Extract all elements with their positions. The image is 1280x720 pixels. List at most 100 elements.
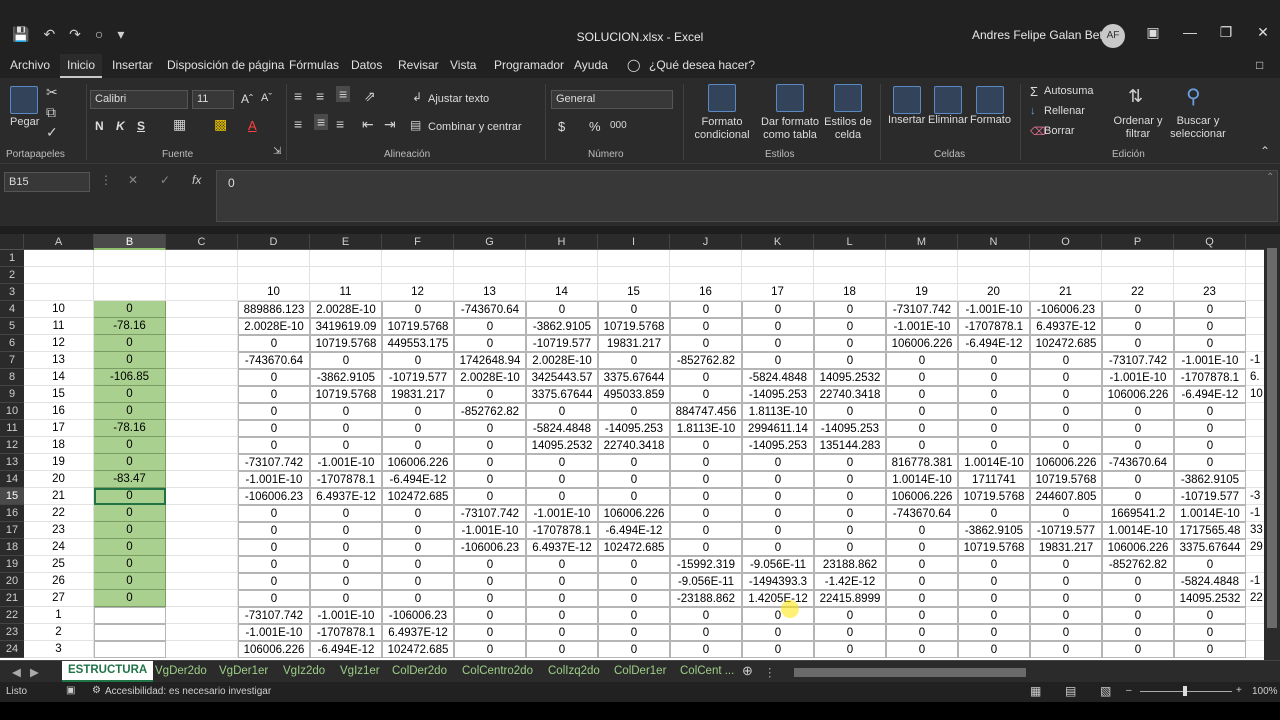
cell[interactable] — [310, 250, 382, 267]
cell[interactable]: 0 — [238, 335, 310, 352]
cell[interactable]: 0 — [598, 573, 670, 590]
cell[interactable]: 27 — [24, 590, 94, 607]
cell[interactable]: 102472.685 — [598, 539, 670, 556]
tab-vista[interactable]: Vista — [450, 58, 476, 72]
cell[interactable]: 1669541.2 — [1102, 505, 1174, 522]
cell[interactable] — [166, 318, 238, 335]
cell[interactable]: 0 — [94, 335, 166, 352]
cell[interactable]: 29 — [1246, 539, 1264, 556]
column-header[interactable]: H — [526, 234, 598, 250]
cell[interactable]: 1.4205E-12 — [742, 590, 814, 607]
cell[interactable]: 3419619.09 — [310, 318, 382, 335]
cell[interactable]: 0 — [670, 386, 742, 403]
cell[interactable]: 0 — [886, 607, 958, 624]
format-painter-icon[interactable]: ✓ — [46, 124, 58, 141]
cell[interactable]: -106006.23 — [454, 539, 526, 556]
align-middle-icon[interactable]: ≡ — [316, 88, 324, 104]
cell[interactable]: 102472.685 — [382, 641, 454, 658]
cell[interactable]: 6.4937E-12 — [382, 624, 454, 641]
cell[interactable] — [24, 267, 94, 284]
cell[interactable]: 0 — [94, 522, 166, 539]
cell[interactable] — [1246, 301, 1264, 318]
cell[interactable]: 0 — [526, 624, 598, 641]
cell[interactable]: -78.16 — [94, 420, 166, 437]
fill-button[interactable]: Rellenar — [1044, 105, 1085, 117]
cell[interactable]: -5824.4848 — [526, 420, 598, 437]
cell[interactable]: 22740.3418 — [814, 386, 886, 403]
row-header[interactable]: 9 — [0, 386, 24, 403]
cell[interactable]: 2.0028E-10 — [526, 352, 598, 369]
cell[interactable]: 106006.226 — [382, 454, 454, 471]
row-header[interactable]: 19 — [0, 556, 24, 573]
cell[interactable]: 0 — [1102, 590, 1174, 607]
cell[interactable] — [166, 573, 238, 590]
underline-button[interactable]: S — [137, 119, 145, 133]
cell[interactable]: 0 — [526, 573, 598, 590]
cell[interactable]: 0 — [886, 437, 958, 454]
cell[interactable]: 1.0014E-10 — [1174, 505, 1246, 522]
cell[interactable]: 0 — [814, 641, 886, 658]
cell[interactable] — [382, 250, 454, 267]
format-button[interactable]: Formato — [970, 114, 1011, 126]
column-header[interactable]: P — [1102, 234, 1174, 250]
cell[interactable]: 0 — [1030, 369, 1102, 386]
cell[interactable] — [742, 267, 814, 284]
cell[interactable] — [1246, 556, 1264, 573]
cell[interactable]: -1.001E-10 — [958, 301, 1030, 318]
cell[interactable]: 0 — [310, 590, 382, 607]
cell[interactable]: 0 — [742, 352, 814, 369]
cell[interactable]: 0 — [598, 403, 670, 420]
cell[interactable]: 0 — [742, 335, 814, 352]
cell[interactable]: 0 — [454, 573, 526, 590]
more-options-icon[interactable]: ⋮ — [764, 665, 776, 679]
cell[interactable]: 14 — [24, 369, 94, 386]
cell[interactable] — [454, 267, 526, 284]
cell[interactable]: 0 — [526, 641, 598, 658]
row-header[interactable]: 4 — [0, 301, 24, 318]
cell[interactable]: 0 — [958, 386, 1030, 403]
decrease-font-icon[interactable]: Aˇ — [261, 92, 272, 104]
align-center-icon[interactable]: ≡ — [314, 114, 329, 130]
cell[interactable]: 0 — [742, 471, 814, 488]
cell[interactable]: 0 — [958, 352, 1030, 369]
cell[interactable]: -1 — [1246, 573, 1264, 590]
cell[interactable]: 0 — [742, 318, 814, 335]
cell[interactable]: 0 — [94, 352, 166, 369]
sheet-tab[interactable]: ColDer2do — [392, 665, 447, 677]
cell[interactable]: 0 — [670, 607, 742, 624]
cell[interactable]: 22740.3418 — [598, 437, 670, 454]
row-header[interactable]: 18 — [0, 539, 24, 556]
cell[interactable]: 495033.859 — [598, 386, 670, 403]
cell[interactable]: 2 — [24, 624, 94, 641]
cell[interactable]: -23188.862 — [670, 590, 742, 607]
cell[interactable]: 0 — [886, 556, 958, 573]
cell[interactable] — [166, 352, 238, 369]
cell[interactable]: -10719.577 — [1174, 488, 1246, 505]
cell[interactable]: 0 — [94, 301, 166, 318]
percent-button[interactable]: % — [589, 119, 601, 134]
cell[interactable]: 0 — [670, 505, 742, 522]
tab-datos[interactable]: Datos — [351, 58, 382, 72]
cell[interactable]: 16 — [24, 403, 94, 420]
cell[interactable]: 22 — [1246, 590, 1264, 607]
cell[interactable]: 0 — [886, 624, 958, 641]
cell[interactable]: 0 — [94, 590, 166, 607]
cell[interactable]: 6. — [1246, 369, 1264, 386]
cell[interactable] — [1246, 318, 1264, 335]
cell[interactable]: -9.056E-11 — [670, 573, 742, 590]
cell[interactable]: 0 — [814, 522, 886, 539]
cell[interactable]: 0 — [526, 454, 598, 471]
cell[interactable]: 0 — [742, 301, 814, 318]
cell[interactable]: 0 — [598, 471, 670, 488]
tab-archivo[interactable]: Archivo — [10, 58, 50, 72]
cell[interactable]: 0 — [670, 301, 742, 318]
cell[interactable]: 0 — [526, 471, 598, 488]
row-header[interactable]: 8 — [0, 369, 24, 386]
cell[interactable] — [1246, 335, 1264, 352]
row-header[interactable]: 14 — [0, 471, 24, 488]
cell[interactable] — [1174, 267, 1246, 284]
sheet-tab[interactable]: ColCentro2do — [462, 665, 533, 677]
cell[interactable]: 0 — [94, 539, 166, 556]
tell-me-search[interactable]: ¿Qué desea hacer? — [649, 58, 755, 72]
zoom-in-icon[interactable]: + — [1236, 685, 1242, 696]
